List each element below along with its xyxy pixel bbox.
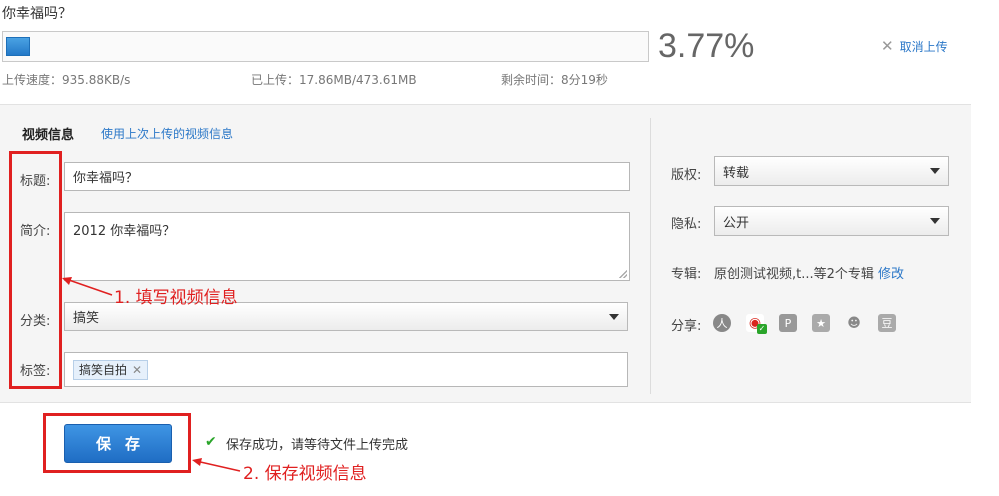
arrowhead-icon [62,277,72,285]
annotation-step1: 1. 填写视频信息 [114,288,238,308]
annotation-arrow-1 [65,278,113,296]
annotation-arrows [62,277,241,472]
annotation-arrow-2 [195,460,241,472]
arrowhead-icon [192,458,202,466]
annotation-step2: 2. 保存视频信息 [243,464,367,484]
